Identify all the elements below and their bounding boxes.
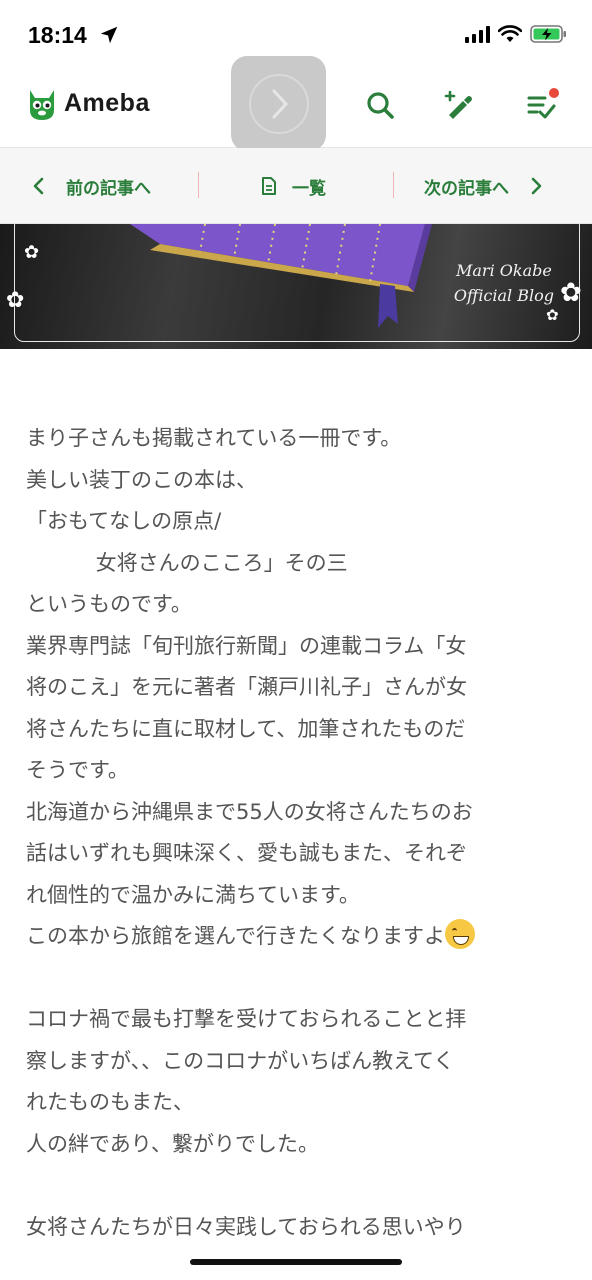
article-line-with-emoji: この本から旅館を選んで行きたくなりますよ (26, 916, 571, 958)
flower-icon: ✿ (6, 288, 25, 313)
article-line: 業界専門誌「旬刊旅行新聞」の連載コラム「女 (26, 633, 467, 658)
home-indicator[interactable] (190, 1259, 402, 1265)
article-line: 北海道から沖縄県まで55人の女将さんたちのお (26, 799, 473, 824)
next-article-label: 次の記事へ (424, 178, 509, 199)
next-article-link[interactable]: 次の記事へ (424, 148, 545, 224)
cellular-signal-icon (465, 25, 490, 43)
prev-article-label: 前の記事へ (66, 178, 151, 199)
article-nav: 前の記事へ 一覧 次の記事へ (0, 148, 592, 224)
chevron-left-icon (33, 177, 44, 195)
banner-line-1: Mari Okabe (456, 261, 552, 280)
banner-caption: Mari Okabe Official Blog (454, 258, 554, 308)
flower-icon: ✿ (546, 306, 559, 324)
app-header: Ameba (0, 56, 592, 151)
flower-icon: ✿ (24, 242, 40, 263)
chevron-right-icon (272, 89, 288, 118)
wifi-icon (498, 25, 522, 42)
article-line: 察しますが、、このコロナがいちばん教えてく (26, 1048, 455, 1073)
banner-line-2: Official Blog (453, 286, 554, 305)
location-arrow-icon (100, 26, 118, 44)
article-body: まり子さんも掲載されている一冊です。 美しい装丁のこの本は、 「おもてなしの原点… (26, 418, 571, 1248)
article-list-link[interactable]: 一覧 (260, 148, 326, 224)
flower-icon: ✿ (560, 278, 582, 308)
forward-overlay-button[interactable] (231, 56, 326, 151)
chevron-right-icon (531, 177, 542, 195)
notification-dot (549, 88, 559, 98)
blog-header-banner[interactable]: ✿ ✿ ✿ ✿ Mari Okabe Official Blog (0, 224, 592, 349)
grinning-sweat-emoji-icon (444, 919, 475, 949)
ameba-mascot-icon (30, 90, 54, 120)
write-post-icon[interactable] (442, 88, 476, 122)
article-line: まり子さんも掲載されている一冊です。 (26, 426, 402, 450)
search-icon[interactable] (363, 88, 397, 122)
article-line: 「おもてなしの原点/ (26, 509, 222, 533)
battery-charging-icon (530, 25, 566, 43)
status-time: 18:14 (28, 22, 87, 48)
article-line: この本から旅館を選んで行きたくなりますよ (26, 924, 445, 948)
reading-list-icon[interactable] (525, 88, 559, 122)
article-line: 将のこえ」を元に著者「瀬戸川礼子」さんが女 (26, 675, 467, 699)
article-list-label: 一覧 (292, 178, 326, 199)
article-line: 女将さんたちが日々実践しておられる思いやり (26, 1214, 466, 1239)
article-line: というものです。 (26, 592, 192, 616)
article-line: 美しい装丁のこの本は、 (26, 467, 257, 492)
nav-divider (198, 172, 199, 198)
article-line: コロナ禍で最も打撃を受けておられることと拝 (26, 1007, 467, 1031)
ameba-logo[interactable]: Ameba (26, 84, 150, 122)
prev-article-link[interactable]: 前の記事へ (30, 148, 151, 224)
article-line: れ個性的で温かみに満ちています。 (26, 882, 360, 907)
article-line: そうです。 (26, 758, 129, 782)
document-icon (262, 177, 276, 195)
article-line: 人の絆であり、繋がりでした。 (26, 1131, 319, 1156)
nav-divider (393, 172, 394, 198)
article-line: れたものもまた、 (26, 1090, 194, 1114)
article-line: 女将さんのこころ」その三 (26, 550, 348, 575)
article-line: 話はいずれも興味深く、愛も誠もまた、それぞ (26, 841, 467, 865)
logo-text: Ameba (64, 88, 150, 117)
status-indicators (465, 24, 568, 44)
article-line: 将さんたちに直に取材して、加筆されたものだ (26, 716, 466, 741)
